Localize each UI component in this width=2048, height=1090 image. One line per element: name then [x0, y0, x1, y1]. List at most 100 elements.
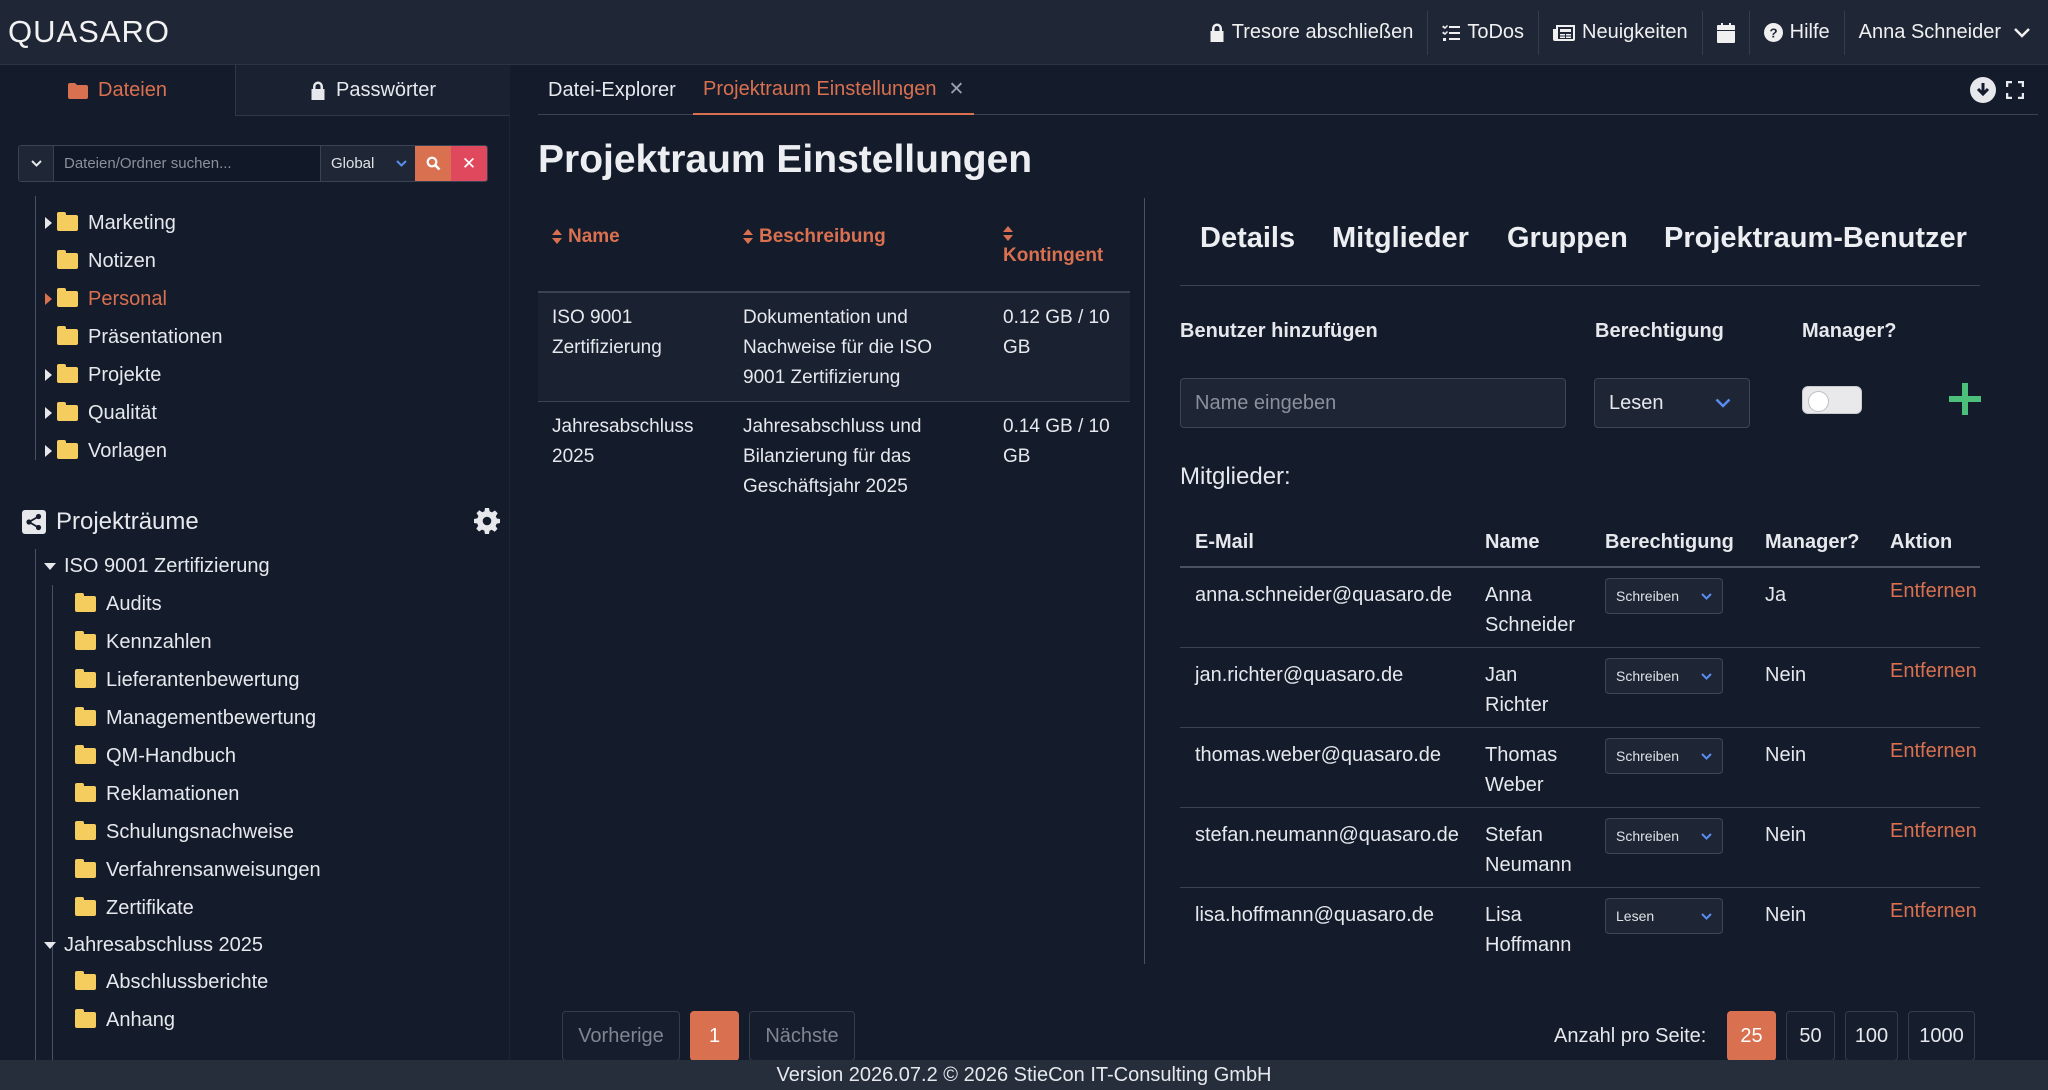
fullscreen-icon[interactable]: [2006, 81, 2024, 99]
caret-right-icon[interactable]: [45, 369, 52, 381]
gear-icon[interactable]: [474, 508, 500, 534]
settings-tabs: Details Mitglieder Gruppen Projektraum-B…: [1180, 200, 1980, 286]
folder-label: Managementbewertung: [106, 706, 317, 729]
table-row[interactable]: ISO 9001 Zertifizierung Dokumentation und…: [538, 293, 1130, 402]
download-circle-icon[interactable]: [1970, 77, 1996, 103]
tab-members[interactable]: Mitglieder: [1332, 222, 1469, 255]
folder-item[interactable]: Verfahrensanweisungen: [75, 851, 321, 889]
folder-item[interactable]: Managementbewertung: [75, 699, 316, 737]
folder-item[interactable]: Qualität: [45, 394, 157, 432]
member-permission-select[interactable]: Lesen: [1605, 898, 1723, 934]
folder-item[interactable]: Zertifikate: [75, 889, 194, 927]
file-search-bar: Global ✕: [18, 145, 488, 182]
table-row[interactable]: Jahresabschluss 2025 Jahresabschluss und B…: [538, 402, 1130, 512]
tab-groups[interactable]: Gruppen: [1507, 222, 1628, 255]
tab-details[interactable]: Details: [1200, 222, 1295, 255]
page-number-button[interactable]: 1: [690, 1011, 739, 1061]
folder-label: Personal: [88, 287, 167, 310]
member-permission-select[interactable]: Schreiben: [1605, 738, 1723, 774]
folder-item[interactable]: Audits: [75, 585, 162, 623]
lock-vaults-button[interactable]: Tresore abschließen: [1195, 10, 1429, 55]
caret-right-icon[interactable]: [45, 293, 52, 305]
help-button[interactable]: ? Hilfe: [1750, 10, 1845, 55]
folder-item[interactable]: Schulungsnachweise: [75, 813, 294, 851]
table-row: jan.richter@quasaro.de Jan Richter Schrei…: [1180, 648, 1980, 728]
table-header: E-Mail Name Berechtigung Manager? Aktion: [1180, 520, 1980, 568]
prev-page-button[interactable]: Vorherige: [562, 1011, 680, 1061]
search-scope-select[interactable]: Global: [320, 146, 415, 181]
sort-by-name[interactable]: Name: [552, 226, 620, 248]
remove-member-link[interactable]: Entfernen: [1890, 740, 1977, 763]
tab-files[interactable]: Dateien: [0, 65, 236, 116]
sort-icon: [743, 229, 753, 251]
project-room-label: ISO 9001 Zertifizierung: [64, 554, 270, 577]
remove-member-link[interactable]: Entfernen: [1890, 900, 1977, 923]
remove-member-link[interactable]: Entfernen: [1890, 660, 1977, 683]
chevron-down-icon: [1701, 672, 1712, 680]
manager-label: Manager?: [1802, 320, 1897, 342]
caret-down-icon[interactable]: [44, 941, 56, 949]
tab-passwords[interactable]: Passwörter: [236, 65, 510, 116]
newspaper-icon: [1553, 24, 1576, 41]
folder-item[interactable]: Abschlussberichte: [75, 963, 268, 1001]
page-size-1000-button[interactable]: 1000: [1908, 1011, 1975, 1061]
tab-file-explorer[interactable]: Datei-Explorer: [548, 65, 676, 115]
folder-item[interactable]: Kennzahlen: [75, 623, 212, 661]
member-permission-select[interactable]: Schreiben: [1605, 818, 1723, 854]
folder-item[interactable]: Vorlagen: [45, 432, 167, 470]
news-button[interactable]: Neuigkeiten: [1539, 10, 1703, 55]
member-permission-select[interactable]: Schreiben: [1605, 578, 1723, 614]
member-permission-select[interactable]: Schreiben: [1605, 658, 1723, 694]
folder-item[interactable]: Marketing: [45, 204, 176, 242]
next-page-button[interactable]: Nächste: [749, 1011, 855, 1061]
folder-item[interactable]: Lieferantenbewertung: [75, 661, 299, 699]
project-room-item[interactable]: Jahresabschluss 2025: [44, 926, 263, 964]
table-row: anna.schneider@quasaro.de Anna Schneider …: [1180, 568, 1980, 648]
add-member-button[interactable]: [1946, 380, 1984, 418]
calendar-button[interactable]: [1703, 10, 1750, 55]
clear-search-button[interactable]: ✕: [451, 146, 487, 181]
column-header-description: Beschreibung: [759, 226, 886, 247]
folder-item[interactable]: Reklamationen: [75, 775, 239, 813]
search-scope-value: Global: [331, 155, 375, 172]
tab-room-users[interactable]: Projektraum-Benutzer: [1664, 222, 1967, 255]
folder-item[interactable]: Notizen: [45, 242, 156, 280]
folder-item[interactable]: Anhang: [75, 1001, 175, 1039]
user-name-input[interactable]: [1180, 378, 1566, 428]
manager-toggle[interactable]: [1802, 386, 1862, 414]
app-logo[interactable]: QUASARO: [8, 14, 170, 50]
search-options-toggle[interactable]: [19, 146, 54, 181]
sort-by-quota[interactable]: Kontingent: [1003, 226, 1103, 267]
file-search-input[interactable]: [54, 146, 320, 181]
column-header-email: E-Mail: [1195, 531, 1254, 553]
caret-right-icon[interactable]: [45, 217, 52, 229]
member-email: anna.schneider@quasaro.de: [1195, 584, 1453, 606]
page-size-100-button[interactable]: 100: [1845, 1011, 1898, 1061]
caret-down-icon[interactable]: [44, 562, 56, 570]
user-menu[interactable]: Anna Schneider: [1845, 11, 2048, 55]
list-check-icon: [1442, 24, 1461, 41]
folder-item-active[interactable]: Personal: [45, 280, 167, 318]
project-room-item[interactable]: ISO 9001 Zertifizierung: [44, 547, 270, 585]
todos-button[interactable]: ToDos: [1428, 10, 1540, 55]
sort-by-description[interactable]: Beschreibung: [743, 226, 886, 248]
folder-item[interactable]: Präsentationen: [45, 318, 223, 356]
tab-room-settings[interactable]: Projektraum Einstellungen ✕: [693, 65, 975, 115]
folder-icon: [75, 859, 96, 878]
remove-member-link[interactable]: Entfernen: [1890, 820, 1977, 843]
room-quota-cell: 0.14 GB / 10 GB: [1003, 416, 1110, 467]
folder-item[interactable]: Projekte: [45, 356, 161, 394]
folder-label: Verfahrensanweisungen: [106, 858, 321, 881]
member-manager: Nein: [1765, 824, 1807, 846]
caret-right-icon[interactable]: [45, 445, 52, 457]
caret-right-icon[interactable]: [45, 407, 52, 419]
close-tab-icon[interactable]: ✕: [948, 78, 964, 101]
page-size-50-button[interactable]: 50: [1786, 1011, 1835, 1061]
room-description-cell: Dokumentation und Nachweise für die ISO 90…: [743, 307, 933, 388]
search-button[interactable]: [415, 146, 451, 181]
folder-item[interactable]: QM-Handbuch: [75, 737, 236, 775]
remove-member-link[interactable]: Entfernen: [1890, 580, 1977, 603]
page-size-25-button[interactable]: 25: [1727, 1011, 1776, 1061]
permission-select[interactable]: Lesen: [1594, 378, 1750, 428]
folder-label: Präsentationen: [88, 325, 223, 348]
